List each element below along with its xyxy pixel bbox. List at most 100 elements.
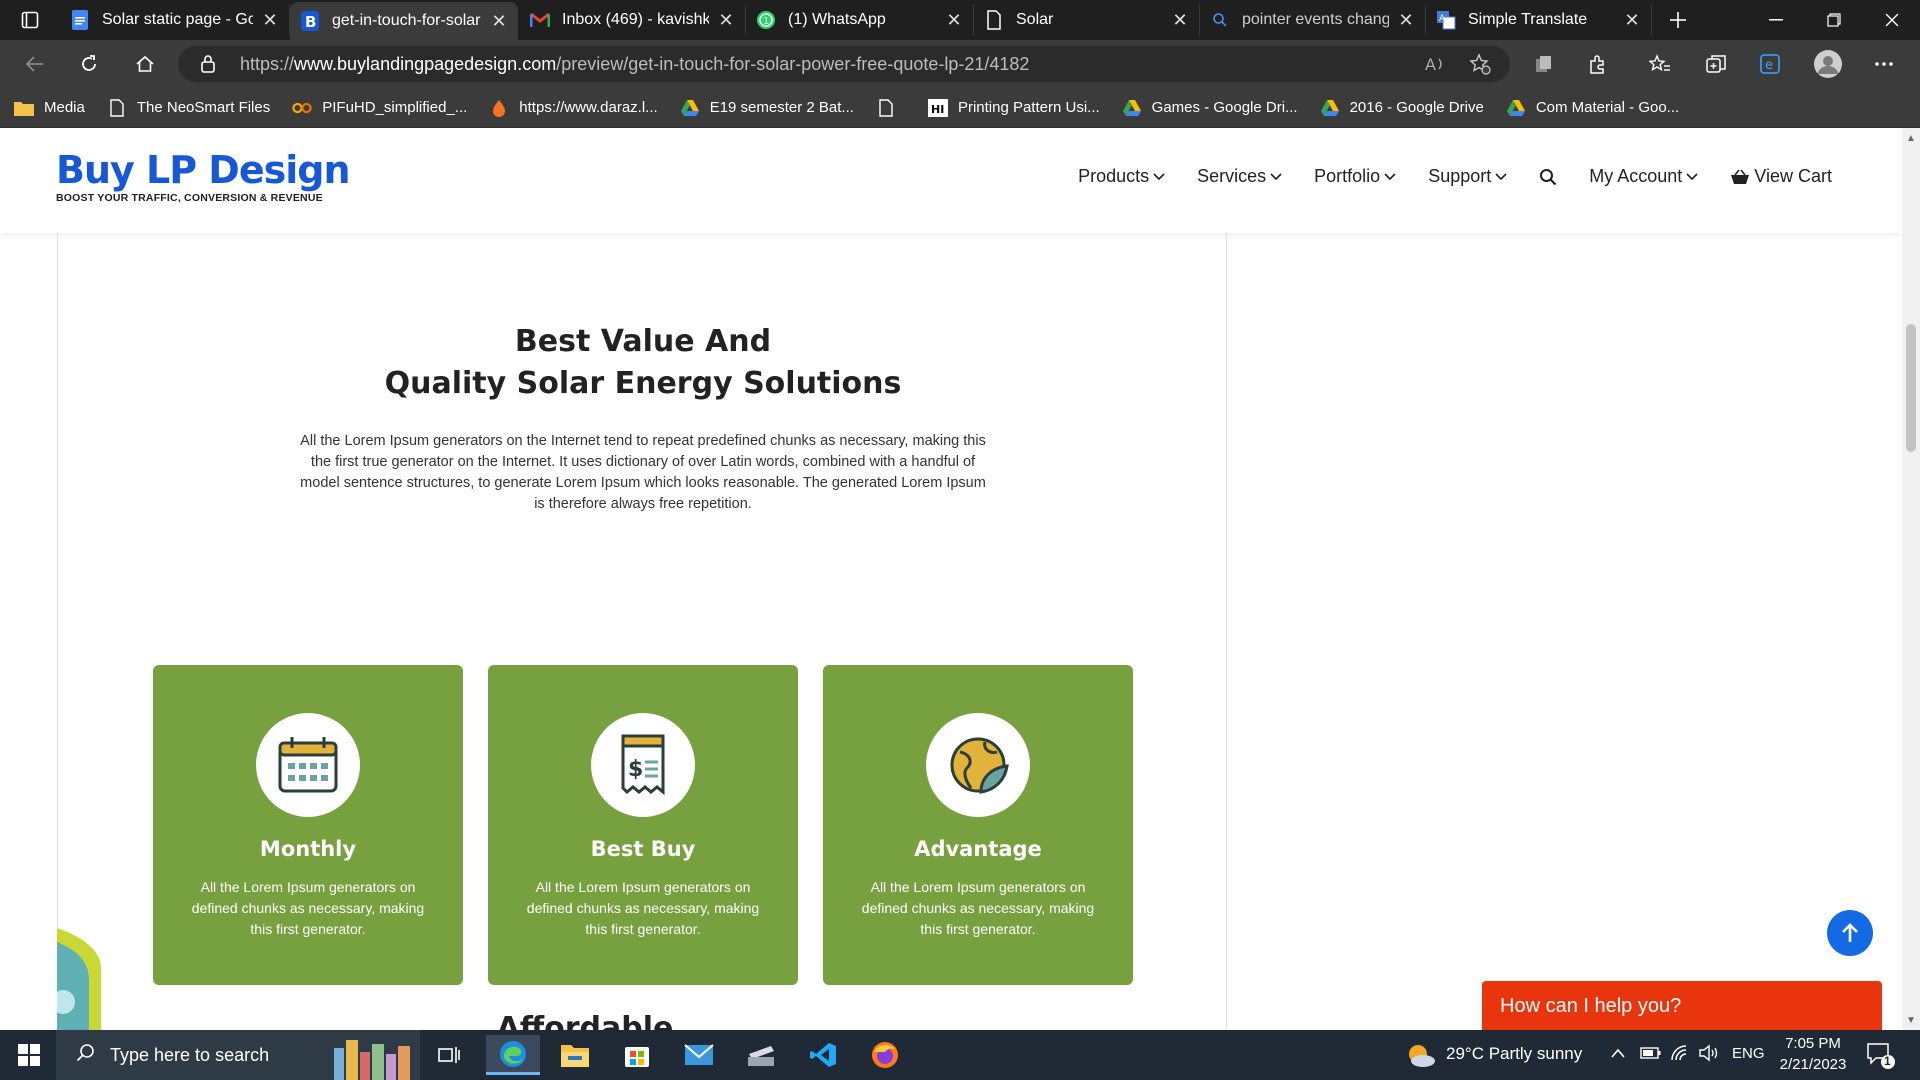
volume-icon[interactable] xyxy=(1698,1044,1720,1067)
main-menu: Products Services Portfolio Support My A… xyxy=(1046,166,1832,187)
minimize-button[interactable] xyxy=(1748,0,1804,40)
firefox-icon[interactable] xyxy=(858,1035,912,1075)
bookmark-media[interactable]: Media xyxy=(14,98,85,118)
drive-icon xyxy=(680,98,700,118)
close-tab-icon[interactable]: ✕ xyxy=(261,10,279,31)
site-logo[interactable]: Buy LP Design BOOST YOUR TRAFFIC, CONVER… xyxy=(56,150,351,204)
close-tab-icon[interactable]: ✕ xyxy=(1623,10,1641,31)
card-title: Best Buy xyxy=(590,837,696,861)
show-hidden-icons-chevron-icon[interactable] xyxy=(1610,1046,1626,1064)
bookmark-e19-semester[interactable]: E19 semester 2 Bat... xyxy=(680,98,854,118)
bookmark-neosmart[interactable]: The NeoSmart Files xyxy=(107,98,270,118)
bookmark-daraz[interactable]: https://www.daraz.l... xyxy=(489,98,658,118)
site-search-icon[interactable] xyxy=(1539,168,1557,186)
bookmark-label: The NeoSmart Files xyxy=(136,99,271,116)
lock-icon[interactable] xyxy=(200,54,218,74)
home-button[interactable] xyxy=(128,48,162,80)
menu-services[interactable]: Services xyxy=(1197,166,1282,187)
edge-taskbar-icon[interactable] xyxy=(486,1035,540,1075)
menu-label: View Cart xyxy=(1754,166,1832,186)
search-icon xyxy=(76,1043,96,1068)
bookmark-games-drive[interactable]: Games - Google Dri... xyxy=(1122,98,1298,118)
close-window-button[interactable] xyxy=(1864,0,1920,40)
feature-card-monthly: Monthly All the Lorem Ipsum generators o… xyxy=(153,665,463,985)
extensions-icon[interactable] xyxy=(1584,50,1612,78)
notifications-icon[interactable]: 1 xyxy=(1866,1042,1896,1075)
clock-time[interactable]: 7:05 PM xyxy=(1778,1035,1848,1052)
tab-solar-static-page[interactable]: Solar static page - Goo ✕ xyxy=(60,4,290,36)
language-indicator[interactable]: ENG xyxy=(1732,1045,1765,1062)
card-text: All the Lorem Ipsum generators on define… xyxy=(526,879,760,937)
bookmark-label: Games - Google Dri... xyxy=(1151,99,1298,116)
drive-icon xyxy=(1122,98,1142,118)
card-title: Advantage xyxy=(914,837,1042,861)
close-tab-icon[interactable]: ✕ xyxy=(717,10,735,31)
battery-icon[interactable] xyxy=(1640,1046,1662,1065)
task-view-icon[interactable] xyxy=(422,1035,476,1075)
close-tab-icon[interactable]: ✕ xyxy=(1397,10,1415,31)
restore-button[interactable] xyxy=(1806,0,1862,40)
bookmark-pifuhd[interactable]: PIFuHD_simplified_... xyxy=(292,98,467,118)
menu-portfolio[interactable]: Portfolio xyxy=(1314,166,1396,187)
tab-title: (1) WhatsApp xyxy=(788,11,886,28)
add-favorite-icon[interactable] xyxy=(1466,50,1494,78)
clock-date[interactable]: 2/21/2023 xyxy=(1772,1056,1854,1073)
edge-ie-mode-icon[interactable]: e xyxy=(1756,50,1784,78)
menu-support[interactable]: Support xyxy=(1428,166,1507,187)
bookmark-2016-drive[interactable]: 2016 - Google Drive xyxy=(1320,98,1484,118)
tab-solar[interactable]: Solar ✕ xyxy=(974,4,1200,36)
back-button[interactable] xyxy=(18,48,52,80)
taskbar-search-box[interactable]: Type here to search xyxy=(56,1030,420,1080)
tab-title: Inbox (469) - kavishka xyxy=(562,11,709,28)
menu-view-cart[interactable]: View Cart xyxy=(1730,166,1832,187)
bookmark-com-material[interactable]: Com Material - Goo... xyxy=(1506,98,1679,118)
favorites-icon[interactable] xyxy=(1646,50,1674,78)
tab-simple-translate[interactable]: A Simple Translate ✕ xyxy=(1426,4,1652,36)
menu-products[interactable]: Products xyxy=(1078,166,1165,187)
calendar-icon xyxy=(256,713,360,817)
microsoft-store-icon[interactable] xyxy=(610,1035,664,1075)
scanner-app-icon[interactable] xyxy=(734,1035,788,1075)
refresh-button[interactable] xyxy=(72,48,106,80)
close-tab-icon[interactable]: ✕ xyxy=(490,11,508,32)
bookmark-label: E19 semester 2 Bat... xyxy=(709,99,854,116)
bookmark-label: PIFuHD_simplified_... xyxy=(322,99,468,116)
read-aloud-icon[interactable]: A xyxy=(1422,50,1450,78)
windows-start-icon[interactable] xyxy=(2,1035,56,1075)
svg-text:A: A xyxy=(1439,14,1446,24)
back-to-top-button[interactable] xyxy=(1827,910,1873,956)
file-explorer-icon[interactable] xyxy=(548,1035,602,1075)
cart-basket-icon xyxy=(1731,169,1750,184)
bookmark-untitled[interactable] xyxy=(876,98,906,118)
page-scrollbar[interactable]: ▲ ▼ xyxy=(1902,128,1920,1030)
scroll-up-icon[interactable]: ▲ xyxy=(1905,134,1917,144)
tab-inbox[interactable]: Inbox (469) - kavishka ✕ xyxy=(520,4,746,36)
tab-actions-icon[interactable] xyxy=(10,6,50,34)
tab-get-in-touch[interactable]: B get-in-touch-for-solar ✕ xyxy=(290,2,518,40)
new-tab-button[interactable] xyxy=(1650,0,1706,40)
vscode-icon[interactable] xyxy=(796,1035,850,1075)
close-tab-icon[interactable]: ✕ xyxy=(945,10,963,31)
tab-pointer-events[interactable]: pointer events change ✕ xyxy=(1200,4,1426,36)
translate-icon: A xyxy=(1436,10,1456,30)
menu-my-account[interactable]: My Account xyxy=(1589,166,1698,187)
browser-toolbar: https://www.buylandingpagedesign.com/pre… xyxy=(0,40,1920,88)
wifi-icon[interactable] xyxy=(1670,1044,1692,1067)
collections-sidebar-icon[interactable] xyxy=(1530,50,1558,78)
chat-widget[interactable]: How can I help you? xyxy=(1482,981,1882,1030)
notification-count: 1 xyxy=(1884,1054,1891,1068)
tab-whatsapp[interactable]: 1 (1) WhatsApp ✕ xyxy=(746,4,974,36)
collections-icon[interactable] xyxy=(1702,50,1730,78)
mail-icon[interactable] xyxy=(672,1035,726,1075)
weather-sun-cloud-icon[interactable] xyxy=(1406,1042,1436,1073)
more-menu-icon[interactable] xyxy=(1870,50,1898,78)
scrollbar-thumb[interactable] xyxy=(1906,324,1916,452)
scroll-down-icon[interactable]: ▼ xyxy=(1905,1016,1917,1026)
profile-avatar-icon[interactable] xyxy=(1814,50,1842,78)
bookmark-printing-pattern[interactable]: HI Printing Pattern Usi... xyxy=(927,98,1100,118)
close-tab-icon[interactable]: ✕ xyxy=(1171,10,1189,31)
weather-text[interactable]: 29°C Partly sunny xyxy=(1446,1044,1582,1064)
address-bar[interactable]: https://www.buylandingpagedesign.com/pre… xyxy=(178,46,1510,82)
hi-icon: HI xyxy=(927,98,948,118)
chevron-down-icon xyxy=(1270,172,1282,180)
